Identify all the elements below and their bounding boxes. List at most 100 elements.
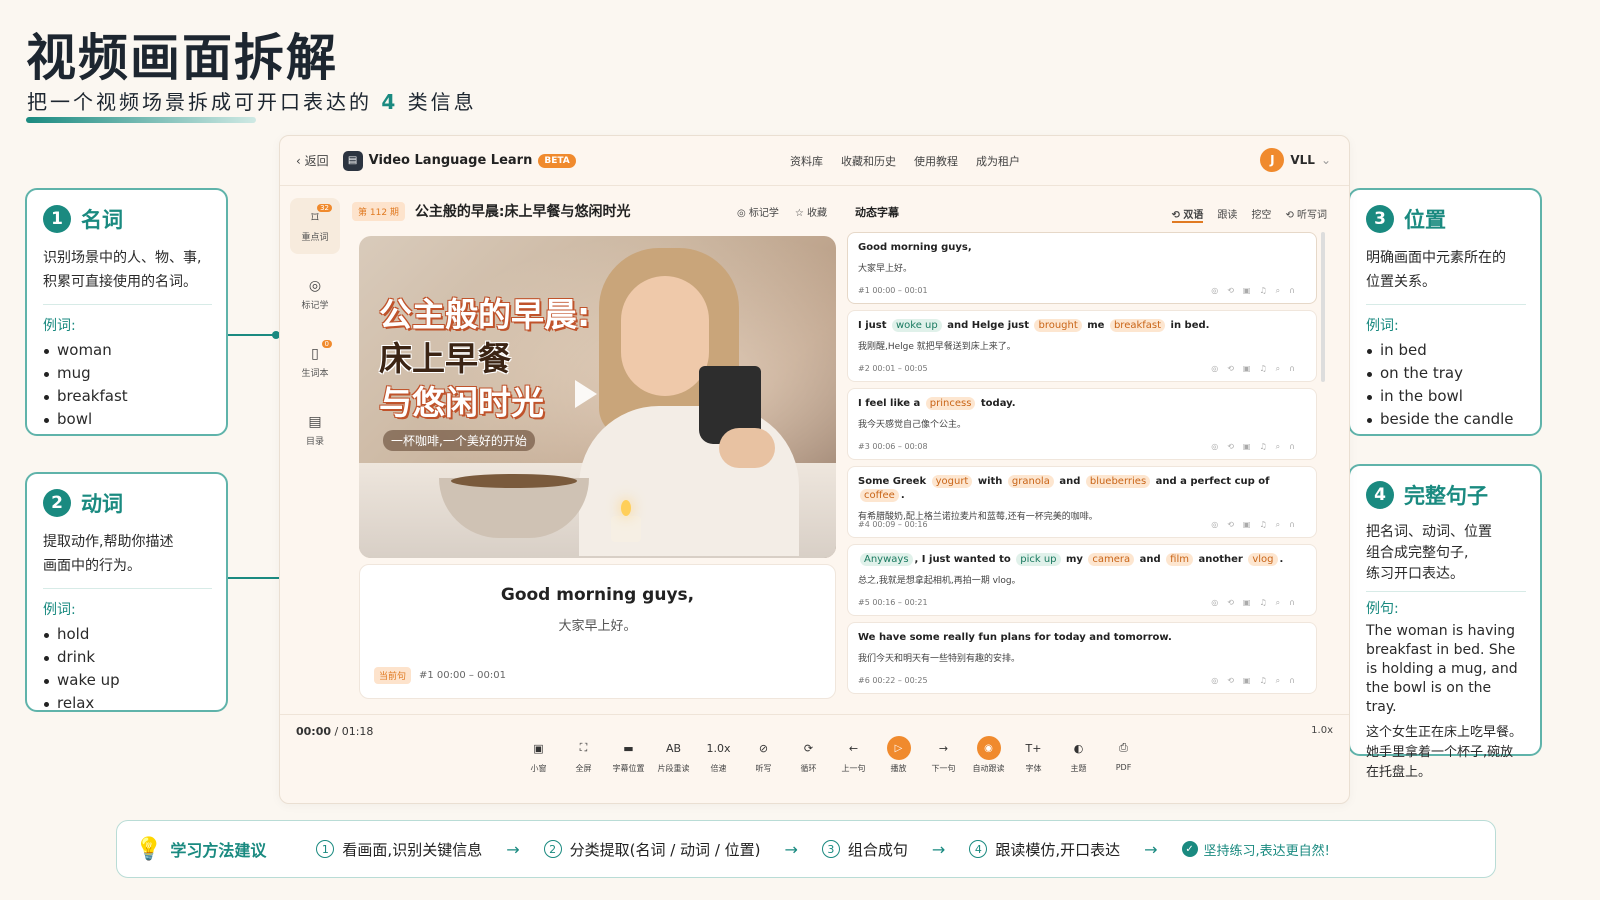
- time-current: 00:00: [296, 725, 332, 738]
- nav-library[interactable]: 资料库: [790, 153, 823, 169]
- subtitle-item[interactable]: We have some really fun plans for today …: [847, 622, 1317, 694]
- sidebar-item-catalog[interactable]: ▤ 目录: [290, 402, 340, 458]
- ab-repeat-icon: AB: [665, 741, 682, 755]
- speed-button[interactable]: 1.0x 倍速: [696, 737, 741, 774]
- arrow-right-icon: →: [506, 839, 520, 859]
- subtitle-action-icons[interactable]: ◎⟲▣♫⌕∩: [1211, 520, 1304, 530]
- control-label: PDF: [1115, 763, 1132, 772]
- scrollbar[interactable]: [1321, 232, 1325, 382]
- card-label: 例句:: [1366, 601, 1399, 617]
- play-button[interactable]: ▷ 播放: [876, 736, 921, 774]
- sidebar-item-label: 重点词: [301, 232, 329, 243]
- subtitle-action-icons[interactable]: ◎⟲▣♫⌕∩: [1211, 442, 1304, 452]
- catalog-icon: ▤: [308, 413, 322, 430]
- theme-button[interactable]: ◐ 主题: [1056, 737, 1101, 774]
- sidebar-item-marked[interactable]: ◎ 标记学: [290, 266, 340, 322]
- nav-favorites[interactable]: 收藏和历史: [841, 153, 896, 169]
- control-label: 主题: [1070, 764, 1087, 773]
- example-sentence-en: The woman is having breakfast in bed. Sh…: [1366, 623, 1518, 715]
- subtitle-action-icons[interactable]: ◎⟲▣♫⌕∩: [1211, 364, 1304, 374]
- fullscreen-button[interactable]: ⛶ 全屏: [561, 737, 606, 774]
- favorite-button[interactable]: ☆ 收藏: [795, 204, 827, 219]
- list-item: mug: [43, 362, 212, 385]
- loop-icon: ⟳: [803, 741, 814, 755]
- fullscreen-icon: ⛶: [579, 741, 588, 754]
- card-desc: 组合成完整句子,: [1366, 545, 1469, 561]
- next-sentence-button[interactable]: → 下一句: [921, 737, 966, 774]
- tab-shadowing[interactable]: 跟读: [1217, 206, 1237, 223]
- loop-button[interactable]: ⟳ 循环: [786, 737, 831, 774]
- sidebar-item-vocab[interactable]: ▯ 0 生词本: [290, 334, 340, 390]
- dictation-icon: ⊘: [758, 741, 769, 755]
- word-list: hold drink wake up relax: [43, 623, 212, 715]
- nav-tutorial[interactable]: 使用教程: [914, 153, 958, 169]
- control-label: 循环: [800, 764, 817, 773]
- control-buttons: ▣ 小窗 ⛶ 全屏 ▬ 字幕位置 AB 片段重读 1.0x 倍速 ⊘ 听写 ⟳ 循环 ← 上一句 ▷ 播放 → 下一句…: [516, 736, 1146, 774]
- subtitle-en: Some Greek yogurt with granola and blueb…: [858, 475, 1270, 502]
- prev-sentence-button[interactable]: ← 上一句: [831, 737, 876, 774]
- card-number: 3: [1366, 205, 1394, 233]
- subtitle-tail: 类信息: [407, 90, 477, 114]
- card-verbs: 2 动词 提取动作,帮助你描述 画面中的行为。 例词: hold drink wa…: [25, 472, 228, 712]
- video-tagline: 一杯咖啡,一个美好的开始: [383, 430, 535, 451]
- tip-step: 1 看画面,识别关键信息: [316, 839, 482, 860]
- subtitle-meta: #6 00:22 – 00:25: [858, 676, 928, 685]
- pdf-button[interactable]: ⎙ PDF: [1101, 737, 1146, 774]
- subtitle-en: We have some really fun plans for today …: [858, 632, 1172, 643]
- font-button[interactable]: T+ 字体: [1011, 737, 1056, 774]
- subtitle-item[interactable]: Anyways, I just wanted to pick up my cam…: [847, 544, 1317, 616]
- subtitle-position-icon: ▬: [623, 741, 634, 755]
- tab-dictation[interactable]: ⟲ 听写词: [1285, 206, 1327, 223]
- mark-learn-button[interactable]: ◎ 标记学: [737, 204, 779, 219]
- video-player[interactable]: 公主般的早晨: 床上早餐 与悠闲时光 一杯咖啡,一个美好的开始: [359, 236, 836, 558]
- list-item: beside the candle: [1366, 408, 1526, 431]
- dictation-button[interactable]: ⊘ 听写: [741, 737, 786, 774]
- ab-repeat-button[interactable]: AB 片段重读: [651, 737, 696, 774]
- control-label: 小窗: [530, 764, 547, 773]
- subtitle-action-icons[interactable]: ◎⟲▣♫⌕∩: [1211, 286, 1304, 296]
- card-title: 完整句子: [1404, 484, 1488, 508]
- user-menu[interactable]: J VLL ⌄: [1260, 148, 1331, 172]
- control-label: 听写: [755, 764, 772, 773]
- example-sentence-zh: 这个女生正在床上吃早餐。她手里拿着一个杯子,碗放在托盘上。: [1366, 725, 1523, 780]
- video-title-line: 与悠闲时光: [379, 383, 544, 422]
- connector-line: [228, 334, 276, 336]
- arrow-right-icon: →: [784, 839, 798, 859]
- control-label: 自动跟读: [972, 764, 1005, 773]
- subtitle-item[interactable]: I just woke up and Helge just brought me…: [847, 310, 1317, 382]
- mini-window-button[interactable]: ▣ 小窗: [516, 737, 561, 774]
- lightbulb-icon: 💡: [135, 836, 163, 862]
- subtitle-action-icons[interactable]: ◎⟲▣♫⌕∩: [1211, 598, 1304, 608]
- subtitle-position-button[interactable]: ▬ 字幕位置: [606, 737, 651, 774]
- control-label: 字体: [1025, 764, 1042, 773]
- bookmark-icon: ⌑: [311, 209, 319, 226]
- list-item: on the tray: [1366, 362, 1526, 385]
- subtitle-list: Good morning guys, 大家早上好。 #1 00:00 – 00:01…: [847, 232, 1317, 700]
- play-icon: ▷: [886, 736, 911, 760]
- subtitle-item[interactable]: Some Greek yogurt with granola and blueb…: [847, 466, 1317, 538]
- list-item: in the bowl: [1366, 385, 1526, 408]
- auto-shadow-button[interactable]: ◉ 自动跟读: [966, 736, 1011, 774]
- back-button[interactable]: ‹ 返回: [296, 152, 329, 169]
- card-label: 例词:: [1366, 318, 1399, 334]
- play-icon[interactable]: [575, 380, 597, 408]
- tab-cloze[interactable]: 挖空: [1251, 206, 1271, 223]
- font-icon: T+: [1025, 741, 1042, 755]
- subtitle-item[interactable]: Good morning guys, 大家早上好。 #1 00:00 – 00:01…: [847, 232, 1317, 304]
- list-item: relax: [43, 692, 212, 715]
- tips-title: 学习方法建议: [170, 841, 267, 860]
- video-title-line: 床上早餐: [379, 339, 511, 378]
- current-badge: 当前句: [374, 667, 412, 684]
- card-desc: 位置关系。: [1366, 274, 1436, 290]
- subtitle-meta: #4 00:09 – 00:16: [858, 520, 928, 529]
- subtitle-zh: 大家早上好。: [858, 264, 913, 274]
- tab-bilingual[interactable]: ⟲ 双语: [1171, 206, 1204, 223]
- subtitle-item[interactable]: I feel like a princess today. 我今天感觉自己像个公主…: [847, 388, 1317, 460]
- nav-tenant[interactable]: 成为租户: [976, 153, 1020, 169]
- sidebar-item-key-words[interactable]: ⌑ 32 重点词: [290, 198, 340, 254]
- subtitle-en: I feel like a princess today.: [858, 397, 1016, 410]
- video-title-line: 公主般的早晨:: [379, 295, 591, 334]
- subtitle-action-icons[interactable]: ◎⟲▣♫⌕∩: [1211, 676, 1304, 686]
- subtitle-meta: #3 00:06 – 00:08: [858, 442, 928, 451]
- sidebar: ⌑ 32 重点词 ◎ 标记学 ▯ 0 生词本 ▤ 目录: [290, 198, 340, 458]
